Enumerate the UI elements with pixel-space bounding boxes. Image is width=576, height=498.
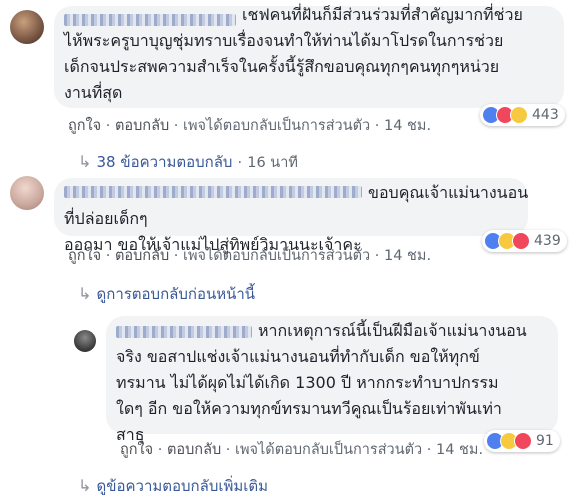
previous-replies-link[interactable]: ดูการตอบกลับก่อนหน้านี้ — [97, 285, 256, 303]
replies-count-link[interactable]: 38 ข้อความตอบกลับ — [97, 153, 233, 171]
reply-link[interactable]: ตอบกลับ — [167, 442, 221, 458]
reaction-count: 443 — [532, 107, 559, 123]
timestamp[interactable]: 14 ชม. — [384, 118, 431, 134]
timestamp[interactable]: 14 ชม. — [384, 248, 431, 264]
view-replies[interactable]: ↳ 38 ข้อความตอบกลับ · 16 นาที — [78, 150, 298, 174]
author-replied-note: เพจได้ตอบกลับเป็นการส่วนตัว — [183, 118, 371, 134]
avatar[interactable] — [10, 10, 44, 44]
more-replies-link[interactable]: ดูข้อความตอบกลับเพิ่มเติม — [97, 477, 269, 495]
like-link[interactable]: ถูกใจ — [68, 248, 101, 264]
avatar[interactable] — [74, 330, 96, 352]
comment-actions: ถูกใจ · ตอบกลับ · เพจได้ตอบกลับเป็นการส่… — [68, 118, 432, 134]
reply-link[interactable]: ตอบกลับ — [115, 248, 169, 264]
timestamp[interactable]: 14 ชม. — [436, 442, 483, 458]
author-replied-note: เพจได้ตอบกลับเป็นการส่วนตัว — [235, 442, 423, 458]
reply-arrow-icon: ↳ — [78, 476, 92, 495]
reaction-summary[interactable]: 439 — [482, 230, 567, 252]
comment-text: เชฟคนที่ฝันก็มีส่วนร่วมที่สำคัญมากที่ช่ว… — [64, 5, 523, 102]
replies-timestamp: 16 นาที — [247, 155, 298, 171]
love-icon — [514, 432, 532, 450]
avatar[interactable] — [10, 176, 44, 210]
reply-link[interactable]: ตอบกลับ — [115, 118, 169, 134]
reaction-count: 439 — [534, 233, 561, 249]
reaction-summary[interactable]: 91 — [484, 430, 560, 452]
author-replied-note: เพจได้ตอบกลับเป็นการส่วนตัว — [183, 248, 371, 264]
view-previous-replies[interactable]: ↳ ดูการตอบกลับก่อนหน้านี้ — [78, 282, 255, 306]
comment-text: หากเหตุการณ์นี้เป็นฝีมือเจ้าแม่นางนอน จร… — [116, 321, 527, 444]
view-more-replies[interactable]: ↳ ดูข้อความตอบกลับเพิ่มเติม — [78, 474, 268, 498]
reaction-summary[interactable]: 443 — [480, 104, 565, 126]
wow-icon — [510, 106, 528, 124]
like-link[interactable]: ถูกใจ — [68, 118, 101, 134]
reaction-count: 91 — [536, 433, 554, 449]
reply-arrow-icon: ↳ — [78, 284, 92, 303]
comment-actions: ถูกใจ · ตอบกลับ · เพจได้ตอบกลับเป็นการส่… — [68, 248, 432, 264]
like-link[interactable]: ถูกใจ — [120, 442, 153, 458]
love-icon — [512, 232, 530, 250]
comment-actions: ถูกใจ · ตอบกลับ · เพจได้ตอบกลับเป็นการส่… — [120, 442, 484, 458]
reply-arrow-icon: ↳ — [78, 152, 92, 171]
